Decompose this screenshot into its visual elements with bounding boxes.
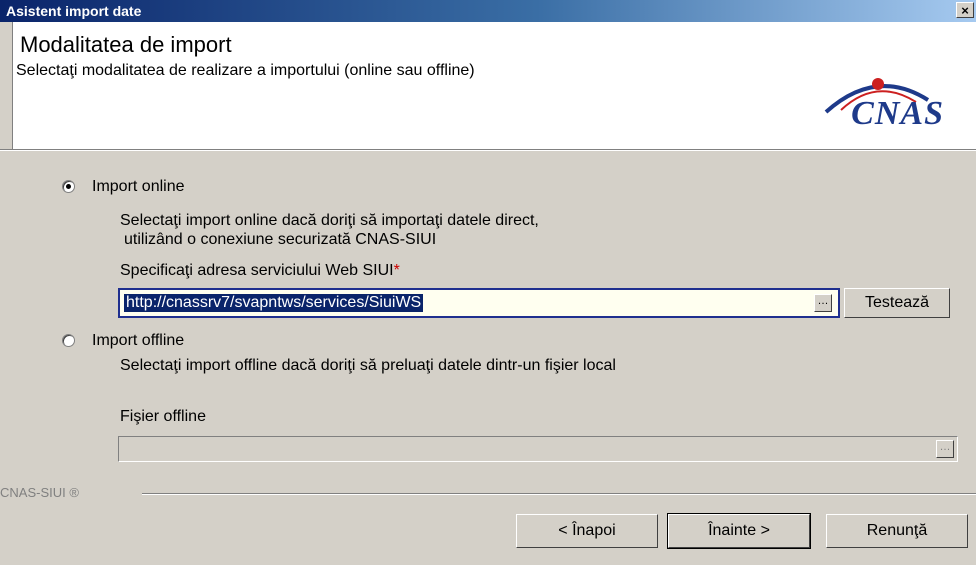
offline-description: Selectaţi import offline dacă doriţi să …	[120, 357, 616, 374]
import-offline-radio[interactable]	[62, 334, 75, 347]
url-label-text: Specificaţi adresa serviciului Web SIUI	[120, 262, 394, 279]
online-description-line1: Selectaţi import online dacă doriţi să i…	[120, 212, 539, 229]
import-online-label[interactable]: Import online	[92, 178, 185, 196]
file-browse-button[interactable]: …	[936, 440, 954, 458]
required-marker: *	[393, 262, 400, 279]
footer-brand: CNAS-SIUI ®	[0, 485, 79, 500]
url-value: http://cnassrv7/svapntws/services/SiuiWS	[124, 294, 424, 312]
url-label: Specificaţi adresa serviciului Web SIUI*	[120, 262, 400, 280]
page-title: Modalitatea de import	[20, 32, 232, 57]
import-online-radio[interactable]	[62, 180, 75, 193]
offline-file-label: Fişier offline	[120, 408, 206, 425]
test-button[interactable]: Testează	[844, 288, 950, 318]
online-description-line2: utilizând o conexiune securizată CNAS-SI…	[124, 231, 437, 248]
next-button[interactable]: Înainte >	[667, 513, 811, 549]
page-subtitle: Selectaţi modalitatea de realizare a imp…	[16, 62, 475, 79]
footer-divider	[142, 493, 976, 495]
cancel-button[interactable]: Renunţă	[826, 514, 968, 548]
close-button[interactable]: ×	[956, 2, 974, 18]
web-service-url-input[interactable]: http://cnassrv7/svapntws/services/SiuiWS…	[118, 288, 840, 318]
offline-file-input[interactable]: …	[118, 436, 958, 462]
back-button[interactable]: < Înapoi	[516, 514, 658, 548]
window-title: Asistent import date	[6, 3, 142, 19]
logo-text: CNAS	[851, 95, 944, 132]
import-offline-label[interactable]: Import offline	[92, 332, 184, 350]
title-bar: Asistent import date ×	[0, 0, 976, 22]
url-browse-button[interactable]: …	[814, 294, 832, 312]
header-divider	[0, 149, 976, 151]
